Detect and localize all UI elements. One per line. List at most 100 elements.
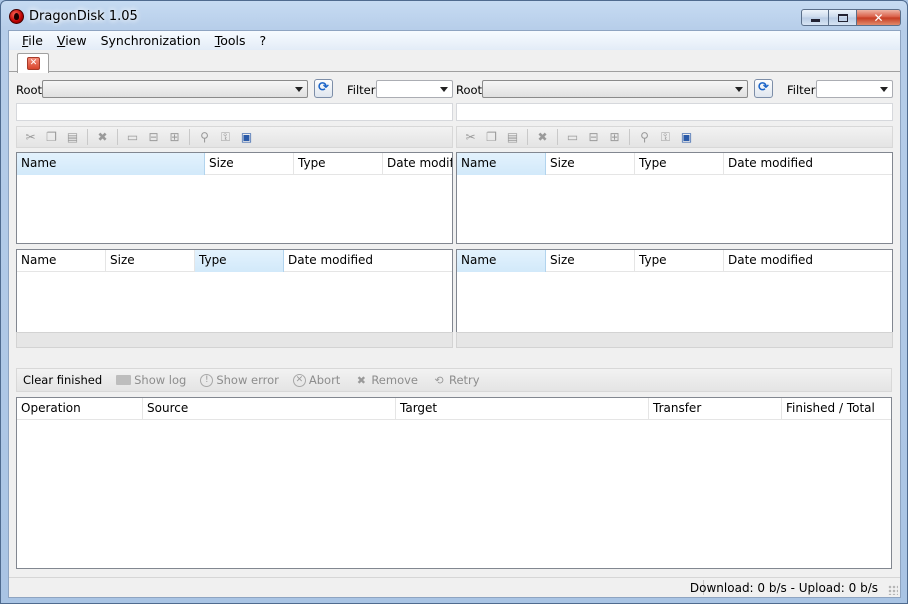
column-header-date-modified[interactable]: Date modified [724, 153, 892, 175]
left-filter-combobox[interactable] [376, 80, 453, 98]
paste-icon[interactable]: ▤ [503, 128, 522, 146]
column-label: Name [461, 253, 497, 267]
dropdown-arrow-icon [440, 87, 448, 92]
right-filter-combobox[interactable] [816, 80, 893, 98]
transfer-speed-status: Download: 0 b/s - Upload: 0 b/s [689, 581, 878, 595]
column-header-date-modified[interactable]: Date modifi [383, 153, 452, 175]
info-icon: ! [200, 373, 214, 387]
right-root-combobox[interactable] [482, 80, 748, 98]
column-label: Operation [21, 401, 81, 415]
delete-icon[interactable]: ✖ [533, 128, 552, 146]
show-log-button[interactable]: Show log [116, 373, 186, 387]
column-label: Size [550, 156, 575, 170]
right-folder-list-header: Name ⌃ Size Type Date modified [457, 153, 892, 175]
right-root-label: Root [456, 83, 483, 97]
copy-icon[interactable]: ❐ [42, 128, 61, 146]
menu-help[interactable]: ? [253, 33, 274, 48]
left-filter-label: Filter [347, 83, 376, 97]
column-header-size[interactable]: Size [546, 250, 635, 272]
permissions-icon[interactable]: ⚿ [656, 128, 675, 146]
left-folder-list[interactable]: Name ⌃ Size Type Date modifi [16, 152, 453, 244]
toolbar-separator [189, 129, 190, 145]
retry-button[interactable]: ⟲ Retry [432, 373, 479, 387]
menu-view[interactable]: View [50, 33, 94, 48]
transfer-queue-header: Operation Source Target Transfer Finishe… [17, 398, 891, 420]
column-header-target[interactable]: Target [396, 398, 649, 420]
maximize-button[interactable] [829, 9, 857, 26]
column-header-size[interactable]: Size [205, 153, 294, 175]
left-pane: Root ⟳ Filter ✂ ❐ ▤ ✖ ▭ ⊟ ⊞ ⚲ ⚿ ▣ Name ⌃… [16, 72, 453, 354]
toolbar-separator [87, 129, 88, 145]
show-error-button[interactable]: ! Show error [200, 373, 279, 387]
new-bucket-icon[interactable]: ⊟ [144, 128, 163, 146]
menu-file[interactable]: File [15, 33, 50, 48]
right-path-input[interactable] [456, 103, 893, 121]
tab-close-icon[interactable]: ✕ [27, 57, 40, 70]
column-label: Name [21, 253, 57, 267]
column-header-transfer[interactable]: Transfer [649, 398, 782, 420]
left-root-combobox[interactable] [42, 80, 308, 98]
column-header-size[interactable]: Size [546, 153, 635, 175]
sort-ascending-icon: ⌃ [497, 153, 505, 160]
column-header-finished-total[interactable]: Finished / Total [782, 398, 891, 420]
column-header-date-modified[interactable]: Date modified [724, 250, 892, 272]
refresh-icon: ⟳ [318, 80, 329, 95]
properties-icon[interactable]: ⚲ [195, 128, 214, 146]
column-header-type[interactable]: Type ⌃ [195, 250, 284, 272]
column-header-name[interactable]: Name ⌃ [457, 153, 546, 175]
column-header-name[interactable]: Name ⌃ [457, 250, 546, 272]
new-folder-icon[interactable]: ▭ [563, 128, 582, 146]
bucket-properties-icon[interactable]: ⊞ [165, 128, 184, 146]
left-file-list[interactable]: Name Size Type ⌃ Date modified [16, 249, 453, 341]
copy-icon[interactable]: ❐ [482, 128, 501, 146]
column-header-size[interactable]: Size [106, 250, 195, 272]
right-refresh-button[interactable]: ⟳ [754, 79, 773, 98]
column-label: Name [21, 156, 57, 170]
column-header-type[interactable]: Type [294, 153, 383, 175]
paste-icon[interactable]: ▤ [63, 128, 82, 146]
column-label: Size [209, 156, 234, 170]
view-options-icon[interactable]: ▣ [677, 128, 696, 146]
abort-button[interactable]: ✕ Abort [292, 373, 340, 387]
resize-grip-icon[interactable] [888, 585, 898, 595]
column-header-operation[interactable]: Operation [17, 398, 143, 420]
right-folder-list[interactable]: Name ⌃ Size Type Date modified [456, 152, 893, 244]
column-label: Date modified [728, 253, 814, 267]
menu-synchronization[interactable]: Synchronization [94, 33, 208, 48]
remove-label: Remove [371, 373, 418, 387]
tab-connection[interactable]: ✕ [17, 53, 49, 73]
dropdown-arrow-icon [735, 87, 743, 92]
column-header-type[interactable]: Type [635, 250, 724, 272]
bucket-properties-icon[interactable]: ⊞ [605, 128, 624, 146]
minimize-button[interactable] [801, 9, 829, 26]
right-file-list[interactable]: Name ⌃ Size Type Date modified [456, 249, 893, 341]
close-window-button[interactable]: ✕ [857, 9, 901, 26]
clear-finished-button[interactable]: Clear finished [23, 373, 102, 387]
column-header-date-modified[interactable]: Date modified [284, 250, 452, 272]
left-path-input[interactable] [16, 103, 453, 121]
title-bar[interactable]: DragonDisk 1.05 ✕ [1, 1, 907, 31]
view-options-icon[interactable]: ▣ [237, 128, 256, 146]
remove-button[interactable]: ✖ Remove [354, 373, 418, 387]
new-folder-icon[interactable]: ▭ [123, 128, 142, 146]
menu-view-accel: V [56, 33, 66, 48]
dragon-disk-app-icon[interactable] [9, 9, 24, 24]
left-refresh-button[interactable]: ⟳ [314, 79, 333, 98]
transfer-queue-list[interactable]: Operation Source Target Transfer Finishe… [16, 397, 892, 569]
new-bucket-icon[interactable]: ⊟ [584, 128, 603, 146]
column-label: Size [550, 253, 575, 267]
right-file-list-header: Name ⌃ Size Type Date modified [457, 250, 892, 272]
column-header-type[interactable]: Type [635, 153, 724, 175]
right-file-toolbar: ✂ ❐ ▤ ✖ ▭ ⊟ ⊞ ⚲ ⚿ ▣ [456, 126, 893, 148]
column-header-name[interactable]: Name [17, 250, 106, 272]
column-header-name[interactable]: Name ⌃ [17, 153, 205, 175]
permissions-icon[interactable]: ⚿ [216, 128, 235, 146]
column-header-source[interactable]: Source [143, 398, 396, 420]
delete-icon[interactable]: ✖ [93, 128, 112, 146]
cut-icon[interactable]: ✂ [21, 128, 40, 146]
menu-file-rest: ile [28, 33, 43, 48]
left-file-list-header: Name Size Type ⌃ Date modified [17, 250, 452, 272]
menu-tools[interactable]: Tools [208, 33, 253, 48]
properties-icon[interactable]: ⚲ [635, 128, 654, 146]
cut-icon[interactable]: ✂ [461, 128, 480, 146]
